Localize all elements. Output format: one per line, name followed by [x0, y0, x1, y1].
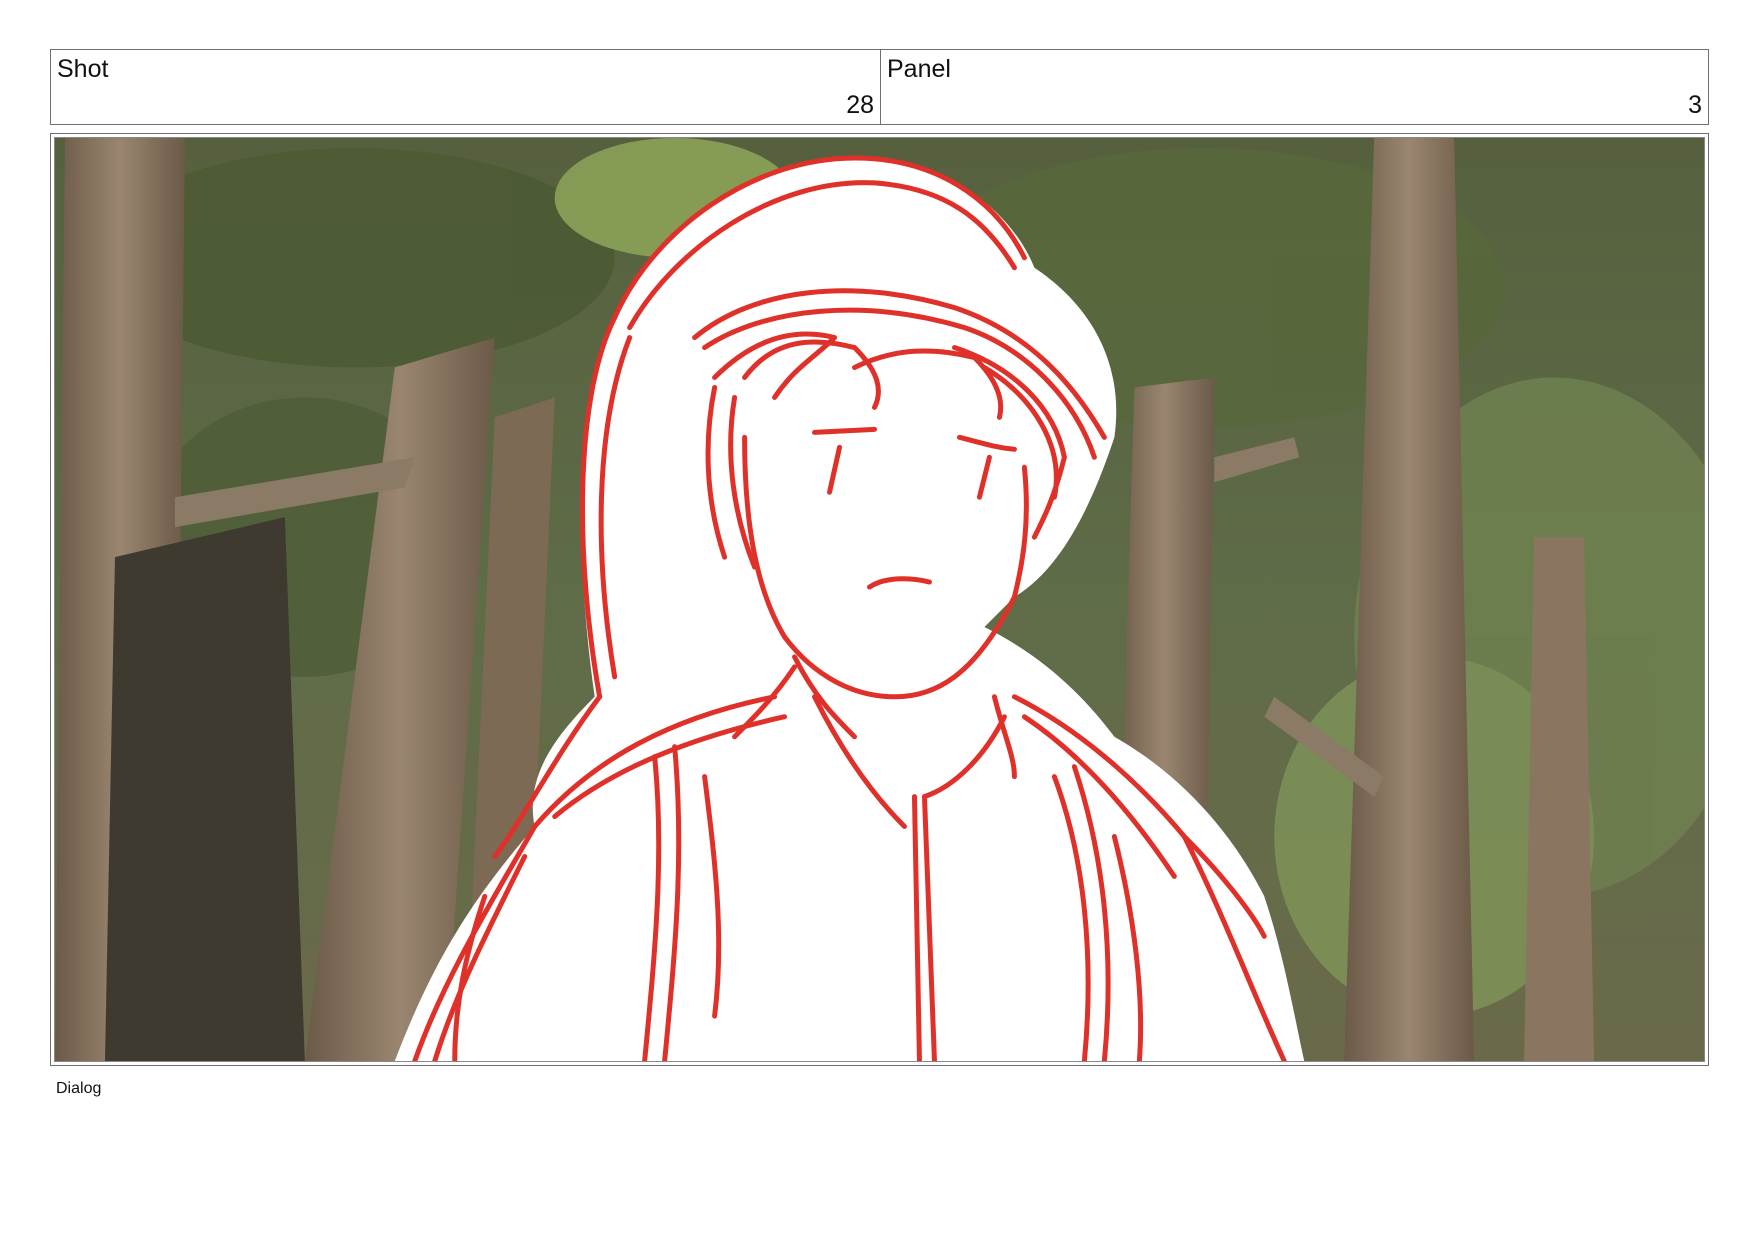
panel-label: Panel	[887, 55, 951, 83]
storyboard-frame	[50, 133, 1709, 1066]
panel-cell: Panel 3	[881, 50, 1708, 124]
storyboard-image	[54, 137, 1705, 1062]
shot-number: 28	[846, 91, 874, 119]
dialog-label: Dialog	[56, 1080, 102, 1097]
shot-cell: Shot 28	[51, 50, 881, 124]
shot-panel-header: Shot 28 Panel 3	[50, 49, 1709, 125]
storyboard-illustration	[55, 138, 1704, 1061]
panel-number: 3	[1688, 91, 1702, 119]
shot-label: Shot	[57, 55, 109, 83]
